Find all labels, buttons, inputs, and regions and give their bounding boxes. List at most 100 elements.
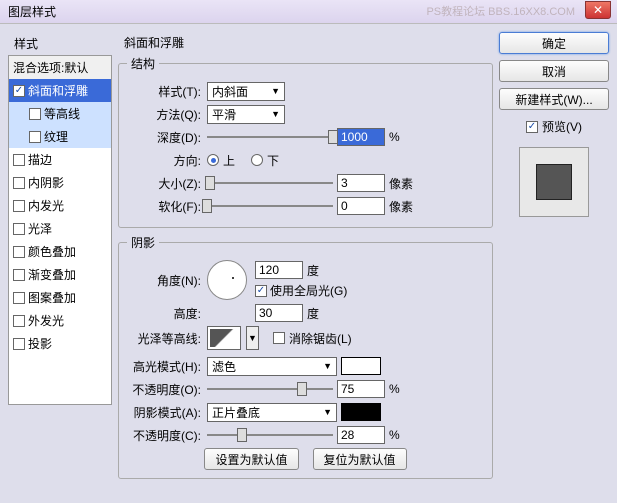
ok-button[interactable]: 确定 <box>499 32 609 54</box>
hilite-color-swatch[interactable] <box>341 357 381 375</box>
list-pattern-overlay[interactable]: 图案叠加 <box>9 286 111 309</box>
list-texture[interactable]: 纹理 <box>9 125 111 148</box>
direction-label: 方向: <box>127 152 203 169</box>
structure-legend: 结构 <box>127 55 159 72</box>
cancel-button[interactable]: 取消 <box>499 60 609 82</box>
depth-label: 深度(D): <box>127 129 203 146</box>
style-dropdown[interactable]: 内斜面▼ <box>207 82 285 101</box>
structure-group: 结构 样式(T): 内斜面▼ 方法(Q): 平滑▼ 深度(D): 1000 % … <box>118 55 493 228</box>
shadow-opac-input[interactable]: 28 <box>337 426 385 444</box>
list-drop-shadow[interactable]: 投影 <box>9 332 111 355</box>
soften-input[interactable]: 0 <box>337 197 385 215</box>
checkbox-icon[interactable] <box>13 315 25 327</box>
checkbox-icon[interactable] <box>13 223 25 235</box>
styles-list: 混合选项:默认 斜面和浮雕 等高线 纹理 描边 内阴影 内发光 光泽 颜色叠加 … <box>8 55 112 405</box>
list-inner-shadow[interactable]: 内阴影 <box>9 171 111 194</box>
size-input[interactable]: 3 <box>337 174 385 192</box>
make-default-button[interactable]: 设置为默认值 <box>204 448 298 470</box>
depth-unit: % <box>389 130 423 144</box>
panel-heading: 斜面和浮雕 <box>118 32 493 55</box>
list-blend-options[interactable]: 混合选项:默认 <box>9 56 111 79</box>
checkbox-icon[interactable] <box>13 200 25 212</box>
list-satin[interactable]: 光泽 <box>9 217 111 240</box>
chevron-down-icon: ▼ <box>323 361 332 371</box>
actions-panel: 确定 取消 新建样式(W)... 预览(V) <box>499 32 609 501</box>
styles-header: 样式 <box>8 32 112 55</box>
gloss-contour-dropdown[interactable]: ▼ <box>246 326 259 350</box>
soften-unit: 像素 <box>389 198 423 215</box>
checkbox-icon[interactable] <box>13 269 25 281</box>
list-gradient-overlay[interactable]: 渐变叠加 <box>9 263 111 286</box>
checkbox-icon[interactable] <box>13 154 25 166</box>
altitude-input[interactable]: 30 <box>255 304 303 322</box>
shading-legend: 阴影 <box>127 234 159 251</box>
new-style-button[interactable]: 新建样式(W)... <box>499 88 609 110</box>
shadow-mode-dropdown[interactable]: 正片叠底▼ <box>207 403 337 422</box>
watermark: PS教程论坛 BBS.16XX8.COM <box>426 3 575 19</box>
size-label: 大小(Z): <box>127 175 203 192</box>
preview-label: 预览(V) <box>542 118 582 135</box>
chevron-down-icon: ▼ <box>323 407 332 417</box>
angle-label: 角度(N): <box>127 272 203 289</box>
checkbox-icon[interactable] <box>13 292 25 304</box>
hilite-opac-slider[interactable] <box>207 382 333 396</box>
settings-panel: 斜面和浮雕 结构 样式(T): 内斜面▼ 方法(Q): 平滑▼ 深度(D): 1… <box>118 32 493 501</box>
angle-dial[interactable] <box>207 260 247 300</box>
checkbox-icon[interactable] <box>13 85 25 97</box>
hilite-opac-input[interactable]: 75 <box>337 380 385 398</box>
soften-label: 软化(F): <box>127 198 203 215</box>
gloss-label: 光泽等高线: <box>127 330 203 347</box>
chevron-down-icon: ▼ <box>271 86 280 96</box>
list-color-overlay[interactable]: 颜色叠加 <box>9 240 111 263</box>
hilite-opac-label: 不透明度(O): <box>127 381 203 398</box>
antialias-checkbox[interactable] <box>273 332 285 344</box>
close-icon: ✕ <box>593 3 603 17</box>
chevron-down-icon: ▼ <box>271 109 280 119</box>
shading-group: 阴影 角度(N): 120 度 使用全局光(G) 高度: <box>118 234 493 479</box>
window-title: 图层样式 <box>8 3 56 20</box>
hilite-opac-unit: % <box>389 382 423 396</box>
chevron-down-icon: ▼ <box>248 333 257 343</box>
preview-swatch <box>519 147 589 217</box>
depth-input[interactable]: 1000 <box>337 128 385 146</box>
depth-slider[interactable] <box>207 130 333 144</box>
list-bevel-emboss[interactable]: 斜面和浮雕 <box>9 79 111 102</box>
global-light-checkbox[interactable] <box>255 285 267 297</box>
antialias-label: 消除锯齿(L) <box>289 330 352 347</box>
shadow-mode-label: 阴影模式(A): <box>127 404 203 421</box>
shadow-opac-unit: % <box>389 428 423 442</box>
direction-up-radio[interactable] <box>207 154 219 166</box>
hilite-mode-dropdown[interactable]: 滤色▼ <box>207 357 337 376</box>
list-stroke[interactable]: 描边 <box>9 148 111 171</box>
list-inner-glow[interactable]: 内发光 <box>9 194 111 217</box>
soften-slider[interactable] <box>207 199 333 213</box>
checkbox-icon[interactable] <box>13 338 25 350</box>
checkbox-icon[interactable] <box>13 177 25 189</box>
preview-checkbox[interactable] <box>526 121 538 133</box>
checkbox-icon[interactable] <box>29 131 41 143</box>
hilite-mode-label: 高光模式(H): <box>127 358 203 375</box>
size-slider[interactable] <box>207 176 333 190</box>
method-label: 方法(Q): <box>127 106 203 123</box>
direction-down-radio[interactable] <box>251 154 263 166</box>
style-label: 样式(T): <box>127 83 203 100</box>
list-outer-glow[interactable]: 外发光 <box>9 309 111 332</box>
size-unit: 像素 <box>389 175 423 192</box>
method-dropdown[interactable]: 平滑▼ <box>207 105 285 124</box>
checkbox-icon[interactable] <box>29 108 41 120</box>
list-contour[interactable]: 等高线 <box>9 102 111 125</box>
angle-unit: 度 <box>307 262 319 279</box>
gloss-contour-picker[interactable] <box>207 326 241 350</box>
shadow-color-swatch[interactable] <box>341 403 381 421</box>
reset-default-button[interactable]: 复位为默认值 <box>313 448 407 470</box>
checkbox-icon[interactable] <box>13 246 25 258</box>
close-button[interactable]: ✕ <box>585 1 611 19</box>
angle-input[interactable]: 120 <box>255 261 303 279</box>
shadow-opac-slider[interactable] <box>207 428 333 442</box>
global-light-label: 使用全局光(G) <box>270 282 347 299</box>
styles-panel: 样式 混合选项:默认 斜面和浮雕 等高线 纹理 描边 内阴影 内发光 光泽 颜色… <box>8 32 112 501</box>
preview-inner <box>536 164 572 200</box>
altitude-unit: 度 <box>307 305 319 322</box>
altitude-label: 高度: <box>127 305 203 322</box>
shadow-opac-label: 不透明度(C): <box>127 427 203 444</box>
